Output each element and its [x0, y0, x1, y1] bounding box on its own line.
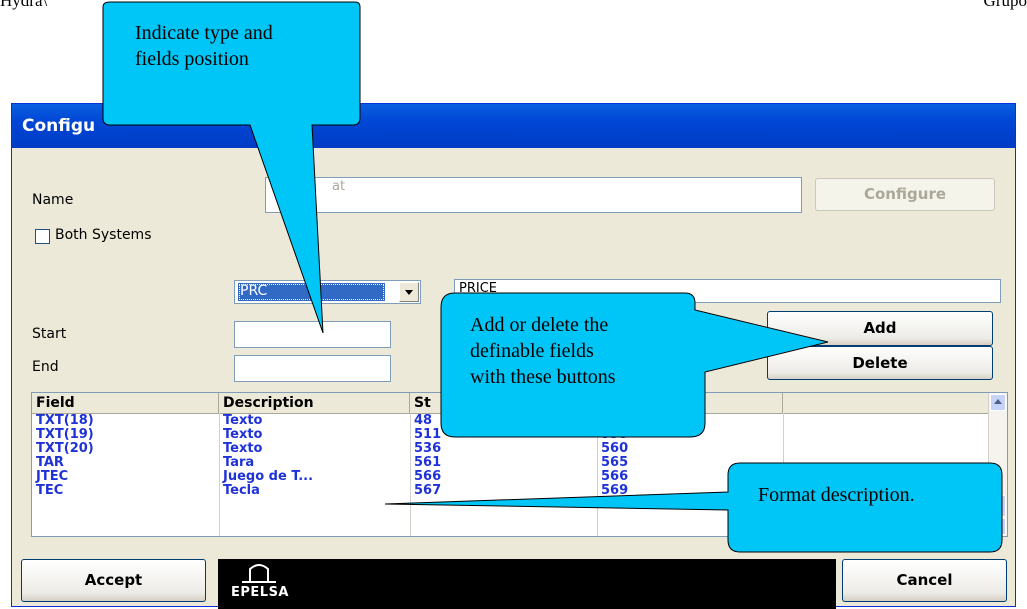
cell-end: 566: [601, 470, 629, 484]
start-input[interactable]: [234, 321, 391, 348]
document-header-right: Grupo: [983, 0, 1027, 10]
cell-end: 535: [601, 428, 629, 442]
field-name-input[interactable]: PRICE: [454, 279, 1001, 303]
cell-start: 536: [414, 442, 442, 456]
cell-start: 566: [414, 470, 442, 484]
cell-start: 48: [414, 414, 433, 428]
callout-add-delete-text: Add or delete the definable fields with …: [470, 312, 616, 390]
column-header-end[interactable]: [597, 393, 783, 413]
cell-field: JTEC: [36, 470, 69, 484]
title-bar[interactable]: Configu: [12, 104, 1015, 148]
cell-description: Tecla: [223, 484, 260, 498]
delete-button[interactable]: Delete: [767, 346, 993, 380]
cell-field: TAR: [36, 456, 64, 470]
callout-type-fields-text: Indicate type and fields position: [135, 20, 273, 72]
cell-end: 565: [601, 456, 629, 470]
callout-line: fields position: [135, 48, 249, 70]
configure-button[interactable]: Configure: [815, 178, 995, 211]
accept-button[interactable]: Accept: [21, 559, 206, 602]
cancel-button[interactable]: Cancel: [842, 559, 1007, 602]
chevron-down-icon[interactable]: [399, 282, 419, 302]
field-type-selected: PRC: [238, 283, 385, 301]
cell-description: Texto: [223, 442, 263, 456]
table-row[interactable]: TXT(20) Texto 536 560: [32, 442, 990, 456]
cell-description: Tara: [223, 456, 255, 470]
end-label: End: [32, 359, 59, 375]
scroll-down-icon[interactable]: [990, 518, 1006, 535]
column-header-extra: [783, 393, 990, 413]
table-header: Field Description St: [32, 393, 990, 414]
logo-text: EPELSA: [231, 585, 289, 600]
field-type-dropdown[interactable]: PRC: [234, 280, 421, 304]
table-row[interactable]: TXT(19) Texto 511 535: [32, 428, 990, 442]
cell-start: 511: [414, 428, 442, 442]
both-systems-label: Both Systems: [55, 227, 152, 243]
callout-line: Add or delete the: [470, 314, 609, 336]
callout-line: with these buttons: [470, 366, 616, 388]
column-header-field[interactable]: Field: [32, 393, 219, 413]
cell-description: Juego de T...: [223, 470, 314, 484]
dialog-title: Configu: [22, 116, 96, 136]
document-header-left: Hydra\: [0, 0, 48, 10]
callout-line: Indicate type and: [135, 22, 273, 44]
scroll-thumb[interactable]: [990, 495, 1006, 517]
both-systems-checkbox[interactable]: [35, 229, 50, 244]
cell-field: TEC: [36, 484, 64, 498]
vertical-scrollbar[interactable]: [988, 393, 1007, 536]
column-header-description[interactable]: Description: [219, 393, 410, 413]
cancel-label: Cancel: [896, 571, 953, 589]
name-input[interactable]: at: [265, 177, 802, 213]
end-input[interactable]: [234, 355, 391, 382]
fields-table: Field Description St TXT(18) Texto 48 TX…: [31, 392, 1008, 537]
callout-line: definable fields: [470, 340, 594, 362]
cell-end: [597, 414, 783, 428]
start-label: Start: [32, 326, 67, 342]
cell-end: 560: [601, 442, 629, 456]
scroll-up-icon[interactable]: [990, 394, 1006, 411]
cell-description: Texto: [223, 414, 263, 428]
logo-banner: EPELSA: [218, 559, 836, 609]
cell-start: 567: [414, 484, 442, 498]
table-row[interactable]: TAR Tara 561 565: [32, 456, 990, 470]
name-label: Name: [32, 192, 74, 208]
cell-field: TXT(20): [36, 442, 94, 456]
cell-field: TXT(19): [36, 428, 94, 442]
cell-field: TXT(18): [36, 414, 94, 428]
add-button[interactable]: Add: [767, 311, 993, 346]
cell-description: Texto: [223, 428, 263, 442]
accept-label: Accept: [84, 571, 143, 589]
scale-icon: [242, 564, 276, 583]
callout-format-desc-text: Format description.: [758, 484, 915, 506]
cell-start: 561: [414, 456, 442, 470]
epelsa-logo: EPELSA: [228, 563, 290, 603]
table-row[interactable]: TXT(18) Texto 48: [32, 414, 990, 428]
cell-end: 569: [601, 484, 629, 498]
column-header-start[interactable]: St: [410, 393, 597, 413]
